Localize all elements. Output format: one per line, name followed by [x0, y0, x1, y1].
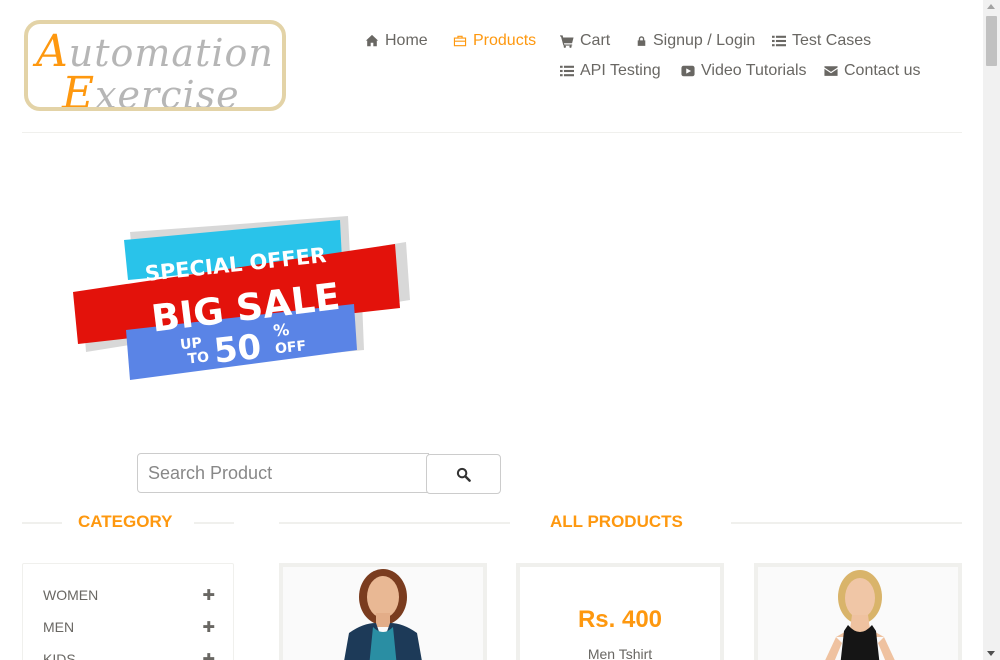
nav-products[interactable]: Products	[453, 32, 536, 50]
scrollbar-thumb[interactable]	[986, 16, 997, 66]
category-title-line-right	[194, 522, 234, 524]
nav-api-testing-label: API Testing	[580, 62, 661, 79]
site-logo[interactable]: Automation Exercise	[24, 20, 286, 111]
nav-home[interactable]: Home	[365, 32, 428, 50]
nav-test-cases[interactable]: Test Cases	[772, 32, 871, 50]
banner-50: 50	[212, 327, 263, 372]
plus-icon[interactable]: ✚	[202, 586, 215, 604]
product-name: Men Tshirt	[587, 646, 653, 660]
nav-cart-label: Cart	[580, 32, 611, 49]
cart-icon	[560, 35, 574, 48]
all-products-title: ALL PRODUCTS	[550, 512, 683, 531]
nav-api-testing[interactable]: API Testing	[560, 62, 661, 80]
search-icon	[456, 467, 471, 482]
search-product-input[interactable]	[137, 453, 429, 493]
nav-video-tutorials-label: Video Tutorials	[701, 62, 807, 79]
search-button[interactable]	[426, 454, 501, 494]
category-panel: WOMEN ✚ MEN ✚ KIDS ✚	[22, 563, 234, 660]
product-card	[279, 563, 487, 660]
plus-icon[interactable]: ✚	[202, 650, 215, 660]
plus-icon[interactable]: ✚	[202, 618, 215, 636]
lock-icon	[637, 36, 646, 46]
category-title-line-left	[22, 522, 62, 524]
category-title: CATEGORY	[78, 512, 173, 531]
page-scrollbar[interactable]	[983, 0, 1000, 660]
category-label: KIDS	[43, 651, 76, 660]
category-item-kids[interactable]: KIDS ✚	[43, 650, 215, 660]
nav-cart[interactable]: Cart	[560, 32, 610, 50]
nav-video-tutorials[interactable]: Video Tutorials	[681, 62, 807, 80]
scroll-up-arrow-icon[interactable]	[987, 4, 995, 9]
category-item-men[interactable]: MEN ✚	[43, 618, 215, 636]
nav-home-label: Home	[385, 32, 428, 49]
list-icon	[560, 65, 574, 77]
products-icon	[453, 35, 467, 47]
product-image	[283, 567, 483, 660]
nav-products-label: Products	[473, 32, 537, 49]
home-icon	[365, 34, 379, 47]
banner-to: TO	[187, 349, 210, 367]
logo-line-2: Exercise	[62, 68, 240, 111]
nav-test-cases-label: Test Cases	[792, 32, 872, 49]
banner-percent: %	[272, 320, 290, 341]
category-item-women[interactable]: WOMEN ✚	[43, 586, 215, 604]
nav-signup-login[interactable]: Signup / Login	[636, 32, 755, 50]
list-icon	[772, 35, 786, 47]
category-label: WOMEN	[43, 587, 99, 603]
category-label: MEN	[43, 619, 75, 635]
header-divider	[22, 132, 962, 133]
product-image	[758, 567, 958, 660]
products-title-line-left	[279, 522, 510, 524]
envelope-icon	[824, 66, 838, 76]
nav-contact-us[interactable]: Contact us	[824, 62, 920, 80]
product-card	[754, 563, 962, 660]
banner-off: OFF	[274, 338, 307, 357]
scroll-down-arrow-icon[interactable]	[987, 651, 995, 656]
youtube-play-icon	[681, 65, 695, 77]
product-price: Rs. 400	[577, 606, 663, 633]
nav-signup-login-label: Signup / Login	[653, 32, 756, 49]
sale-banner: SPECIAL OFFER BIG SALE UP TO 50 % OFF	[73, 216, 410, 380]
nav-contact-us-label: Contact us	[844, 62, 921, 79]
products-title-line-right	[731, 522, 962, 524]
